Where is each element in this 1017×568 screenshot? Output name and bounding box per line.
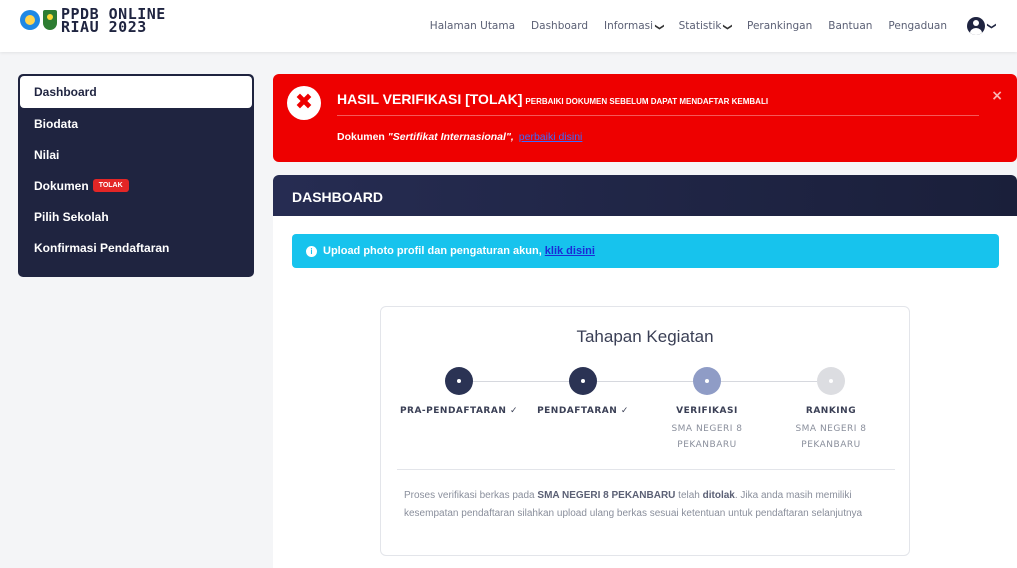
step-sub-line1: SMA NEGERI 8 [671,424,743,434]
close-icon[interactable]: × [991,88,1003,104]
alert-title: HASIL VERIFIKASI [TOLAK] PERBAIKI DOKUMEN… [337,91,768,109]
nav-statistik[interactable]: Statistik❯ [678,20,733,32]
sidebar-item-label: Pilih Sekolah [34,209,109,224]
step-sub-verifikasi: SMA NEGERI 8 PEKANBARU [642,421,772,453]
note-part2: telah [675,490,703,501]
sidebar: Dashboard Biodata Nilai Dokumen TOLAK Pil… [18,74,254,277]
step-connector [597,381,693,382]
step-label-verifikasi: VERIFIKASI [676,406,738,416]
sidebar-item-label: Dokumen [34,178,89,193]
nav-statistik-label: Statistik [678,20,722,32]
step-sub-line2: PEKANBARU [677,440,737,450]
nav-informasi-label: Informasi [604,20,654,32]
step-dot-ranking [817,367,845,395]
verification-note: Proses verifikasi berkas pada SMA NEGERI… [404,487,892,523]
step-dot-verifikasi [693,367,721,395]
step-sub-line2: PEKANBARU [801,440,861,450]
stages-divider [397,469,895,470]
profile-settings-link[interactable]: klik disini [545,245,595,257]
sidebar-item-dashboard[interactable]: Dashboard [20,76,252,108]
user-avatar-icon [967,17,986,35]
info-text: Upload photo profil dan pengaturan akun, [323,245,542,257]
sidebar-item-nilai[interactable]: Nilai [20,139,252,170]
info-icon: i [306,245,317,257]
step-label-pra-pendaftaran: PRA-PENDAFTARAN ✓ [399,406,519,416]
sidebar-item-label: Nilai [34,147,60,162]
nav-perankingan[interactable]: Perankingan [747,20,812,32]
alert-title-main: HASIL VERIFIKASI [TOLAK] [337,91,523,107]
nav-pengaduan[interactable]: Pengaduan [888,20,947,32]
verification-alert: ✖ HASIL VERIFIKASI [TOLAK] PERBAIKI DOKUM… [273,74,1017,162]
nav-bantuan[interactable]: Bantuan [828,20,872,32]
step-sub-line1: SMA NEGERI 8 [795,424,867,434]
card-title: DASHBOARD [273,175,1017,216]
riau-emblem-icon [43,10,57,30]
sidebar-item-pilih-sekolah[interactable]: Pilih Sekolah [20,201,252,232]
top-navbar: PPDB ONLINE RIAU 2023 Halaman Utama Dash… [0,0,1017,52]
user-menu[interactable]: ❯ [967,17,997,35]
alert-document-message: Dokumen "Sertifikat Internasional", perb… [337,131,582,143]
chevron-down-icon: ❯ [722,23,733,31]
note-school: SMA NEGERI 8 PEKANBARU [537,490,676,501]
dashboard-card: DASHBOARD i Upload photo profil dan peng… [273,175,1017,568]
step-dot-pendaftaran [569,367,597,395]
chevron-down-icon: ❯ [986,22,997,30]
status-badge: TOLAK [92,179,129,192]
sidebar-item-biodata[interactable]: Biodata [20,108,252,139]
sidebar-item-label: Konfirmasi Pendaftaran [34,240,170,255]
error-x-icon: ✖ [287,86,321,120]
doc-prefix: Dokumen [337,131,385,143]
nav-halaman-utama[interactable]: Halaman Utama [430,20,515,32]
stages-title: Tahapan Kegiatan [576,327,714,346]
stages-panel: Tahapan Kegiatan PRA-PENDAFTARAN ✓ PENDA… [380,306,910,556]
chevron-down-icon: ❯ [653,23,664,31]
alert-divider [337,115,979,116]
sidebar-item-dokumen[interactable]: Dokumen TOLAK [20,170,252,201]
nav-dashboard[interactable]: Dashboard [531,20,588,32]
doc-name: "Sertifikat Internasional", [387,131,514,143]
step-label-ranking: RANKING [805,406,857,416]
sidebar-item-konfirmasi[interactable]: Konfirmasi Pendaftaran [20,232,252,263]
step-dot-pra-pendaftaran [445,367,473,395]
fix-document-link[interactable]: perbaiki disini [519,131,583,143]
step-label-pendaftaran: PENDAFTARAN ✓ [537,406,629,416]
step-sub-ranking: SMA NEGERI 8 PEKANBARU [766,421,896,453]
note-part1: Proses verifikasi berkas pada [404,490,538,501]
sidebar-item-label: Biodata [34,116,79,131]
sidebar-item-label: Dashboard [34,85,97,99]
tut-wuri-logo-icon [20,10,40,30]
brand-logo[interactable]: PPDB ONLINE RIAU 2023 [20,7,166,35]
brand-text: PPDB ONLINE RIAU 2023 [61,7,166,35]
note-status: ditolak [702,490,735,501]
alert-subtitle: PERBAIKI DOKUMEN SEBELUM DAPAT MENDAFTAR… [525,97,769,106]
step-connector [721,381,817,382]
nav-menu: Halaman Utama Dashboard Informasi❯ Stati… [414,0,947,52]
step-connector [473,381,569,382]
info-banner: i Upload photo profil dan pengaturan aku… [292,234,999,268]
nav-informasi[interactable]: Informasi❯ [604,20,664,32]
